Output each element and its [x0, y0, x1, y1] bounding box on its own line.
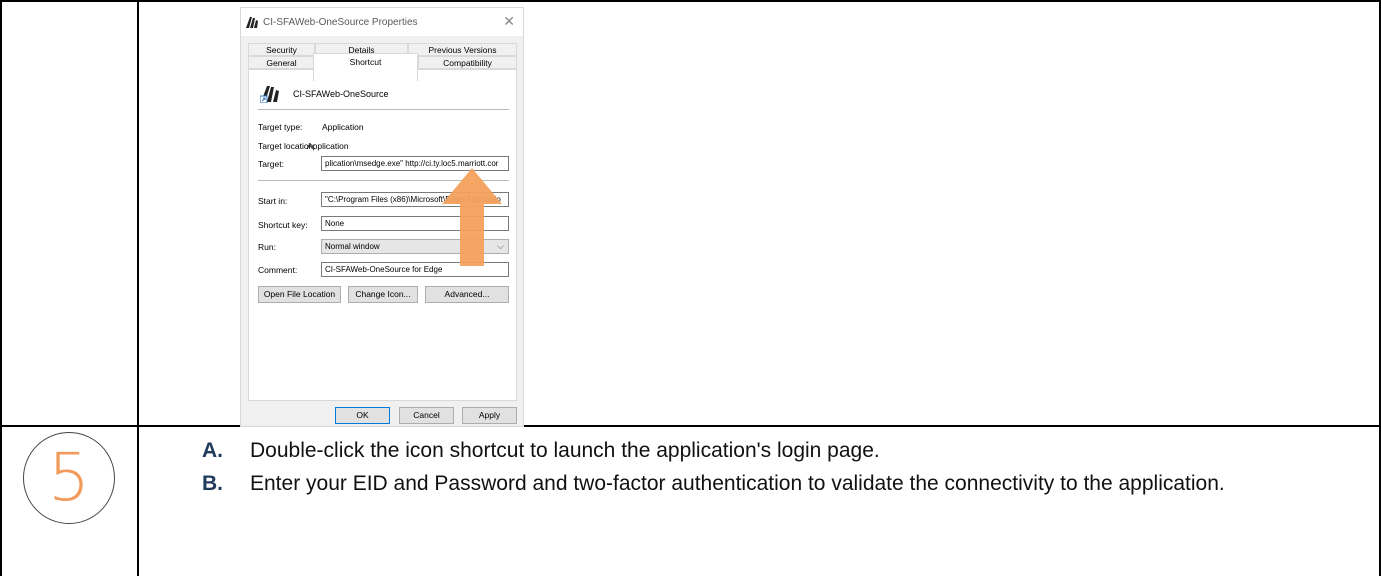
cancel-button[interactable]: Cancel: [399, 407, 454, 424]
step-text: Double-click the icon shortcut to launch…: [250, 439, 880, 462]
run-label: Run:: [258, 242, 276, 252]
step-letter: B.: [202, 472, 223, 495]
advanced-button[interactable]: Advanced...: [425, 286, 509, 303]
chevron-down-icon: ⌵: [497, 241, 504, 251]
target-field[interactable]: plication\msedge.exe" http://ci.ty.loc5.…: [321, 156, 509, 171]
tab-shortcut[interactable]: Shortcut: [313, 53, 418, 81]
dialog-titlebar: CI-SFAWeb-OneSource Properties ✕: [241, 8, 523, 36]
tab-compatibility[interactable]: Compatibility: [418, 56, 517, 69]
run-select-value: Normal window: [325, 242, 380, 251]
step-number: 5: [48, 439, 90, 516]
instruction-table: CI-SFAWeb-OneSource Properties ✕ Securit…: [0, 0, 1381, 576]
ok-button[interactable]: OK: [335, 407, 390, 424]
list-item: B. Enter your EID and Password and two-f…: [202, 470, 1322, 498]
table-left-border: [0, 0, 2, 576]
target-type-value: Application: [322, 122, 364, 132]
row-divider: [0, 425, 1381, 427]
shortcut-panel: CI-SFAWeb-OneSource Target type: Applica…: [248, 69, 517, 401]
target-label: Target:: [258, 159, 284, 169]
table-top-border: [0, 0, 1381, 2]
apply-button[interactable]: Apply: [462, 407, 517, 424]
target-location-value: Application: [307, 141, 349, 151]
properties-dialog: CI-SFAWeb-OneSource Properties ✕ Securit…: [240, 7, 524, 427]
shortcut-key-label: Shortcut key:: [258, 220, 308, 230]
comment-label: Comment:: [258, 265, 298, 275]
tab-general[interactable]: General: [248, 56, 315, 69]
step-text: Enter your EID and Password and two-fact…: [250, 472, 1225, 495]
step-number-badge: 5: [23, 432, 115, 524]
run-select[interactable]: Normal window ⌵: [321, 239, 509, 254]
change-icon-button[interactable]: Change Icon...: [348, 286, 418, 303]
shortcut-key-field[interactable]: None: [321, 216, 509, 231]
shortcut-app-icon: [260, 86, 279, 103]
step-instructions: A. Double-click the icon shortcut to lau…: [202, 437, 1322, 503]
step-letter: A.: [202, 439, 223, 462]
start-in-field[interactable]: "C:\Program Files (x86)\Microsoft\Edge\A…: [321, 192, 509, 207]
tab-previous-versions[interactable]: Previous Versions: [408, 43, 517, 56]
table-right-border: [1379, 0, 1381, 576]
column-divider: [137, 0, 139, 576]
open-file-location-button[interactable]: Open File Location: [258, 286, 341, 303]
close-icon[interactable]: ✕: [503, 14, 515, 28]
shortcut-name: CI-SFAWeb-OneSource: [293, 89, 389, 99]
start-in-label: Start in:: [258, 196, 288, 206]
divider: [258, 109, 509, 110]
target-type-label: Target type:: [258, 122, 303, 132]
tab-security[interactable]: Security: [248, 43, 315, 56]
list-item: A. Double-click the icon shortcut to lau…: [202, 437, 1322, 465]
app-logo-icon: [246, 17, 258, 28]
comment-field[interactable]: CI-SFAWeb-OneSource for Edge: [321, 262, 509, 277]
dialog-title: CI-SFAWeb-OneSource Properties: [263, 17, 418, 28]
divider: [258, 180, 509, 181]
